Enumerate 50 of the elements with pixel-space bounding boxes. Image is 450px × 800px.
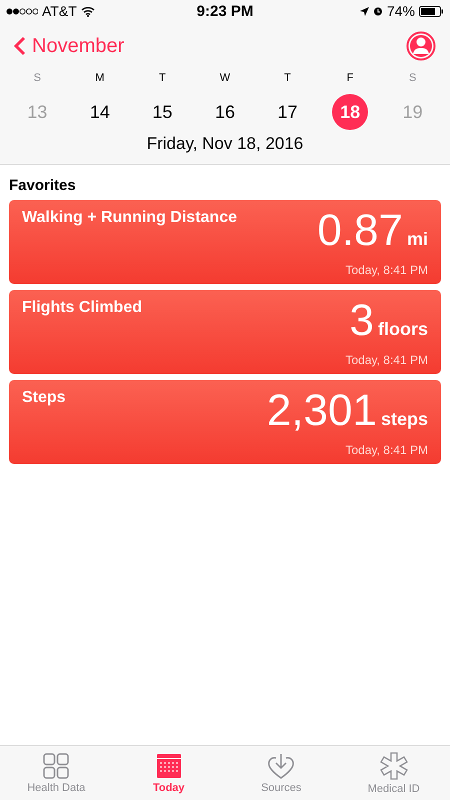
- metric-value: 2,301: [266, 389, 377, 433]
- section-title: Favorites: [9, 177, 77, 194]
- battery-percent: 74%: [386, 3, 415, 19]
- heart-download-icon: [267, 752, 296, 778]
- wifi-icon: [80, 6, 95, 16]
- clock: 9:23 PM: [196, 2, 254, 20]
- favorite-card[interactable]: Steps 2,301 steps Today, 8:41 PM: [9, 380, 441, 464]
- metric-unit: steps: [380, 410, 428, 428]
- date-button[interactable]: 18: [332, 94, 368, 130]
- weekday-label: S: [408, 72, 416, 84]
- card-title: Steps: [22, 389, 66, 408]
- date-button[interactable]: 19: [394, 94, 431, 130]
- date-button[interactable]: 17: [270, 94, 306, 130]
- date-button[interactable]: 14: [82, 94, 118, 130]
- signal-icon: [6, 8, 38, 14]
- favorite-card[interactable]: Flights Climbed 3 floors Today, 8:41 PM: [9, 290, 441, 374]
- metric-unit: mi: [406, 230, 428, 248]
- weekday-label: M: [95, 72, 104, 84]
- profile-icon[interactable]: [406, 31, 436, 61]
- timestamp: Today, 8:41 PM: [346, 443, 428, 457]
- date-button[interactable]: 16: [206, 94, 243, 130]
- metric-value: 3: [350, 299, 374, 343]
- asterisk-icon: [380, 752, 408, 780]
- favorite-card[interactable]: Walking + Running Distance 0.87 mi Today, 8:41 PM: [9, 200, 441, 284]
- card-title: Flights Climbed: [22, 299, 142, 318]
- back-button[interactable]: November: [14, 34, 124, 58]
- weekday-label: W: [220, 72, 230, 84]
- alarm-icon: [372, 6, 383, 16]
- grid-icon: [43, 752, 70, 778]
- tab[interactable]: Today: [118, 746, 219, 800]
- tab[interactable]: Health Data: [6, 746, 106, 800]
- timestamp: Today, 8:41 PM: [346, 263, 428, 277]
- tab[interactable]: Sources: [231, 746, 332, 800]
- date-button[interactable]: 15: [144, 94, 180, 130]
- timestamp: Today, 8:41 PM: [346, 353, 428, 367]
- chevron-left-icon: [14, 36, 26, 56]
- carrier: AT&T: [42, 3, 77, 19]
- card-title: Walking + Running Distance: [22, 209, 237, 228]
- location-arrow-icon: [360, 6, 369, 16]
- weekday-label: S: [34, 72, 41, 84]
- battery-icon: [418, 6, 444, 16]
- calendar-icon: [156, 752, 182, 778]
- metric-unit: floors: [378, 320, 428, 338]
- weekday-label: T: [284, 72, 291, 84]
- date-title: Friday, Nov 18, 2016: [0, 130, 450, 165]
- date-button[interactable]: 13: [19, 94, 56, 130]
- weekday-label: F: [346, 72, 354, 84]
- tab[interactable]: Medical ID: [344, 746, 444, 800]
- weekday-label: T: [159, 72, 166, 84]
- metric-value: 0.87: [317, 209, 403, 253]
